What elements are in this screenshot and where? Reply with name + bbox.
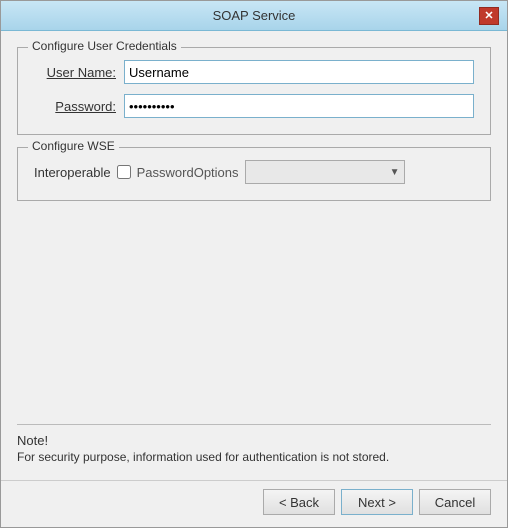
soap-service-dialog: SOAP Service ✕ Configure User Credential…	[0, 0, 508, 528]
credentials-group-label: Configure User Credentials	[28, 39, 181, 53]
back-button[interactable]: < Back	[263, 489, 335, 515]
wse-row: Interoperable PasswordOptions ▼	[34, 160, 474, 184]
note-section: Note! For security purpose, information …	[17, 424, 491, 464]
dialog-title: SOAP Service	[29, 8, 479, 23]
title-bar: SOAP Service ✕	[1, 1, 507, 31]
credentials-group: Configure User Credentials User Name: Pa…	[17, 47, 491, 135]
password-options-label: PasswordOptions	[137, 165, 239, 180]
cancel-button[interactable]: Cancel	[419, 489, 491, 515]
password-options-dropdown[interactable]: ▼	[245, 160, 405, 184]
spacer	[17, 213, 491, 412]
button-bar: < Back Next > Cancel	[1, 480, 507, 527]
password-input[interactable]	[124, 94, 474, 118]
next-button[interactable]: Next >	[341, 489, 413, 515]
dropdown-arrow-icon: ▼	[390, 167, 400, 178]
wse-group-label: Configure WSE	[28, 139, 119, 153]
interoperable-checkbox[interactable]	[117, 165, 131, 179]
window-body: Configure User Credentials User Name: Pa…	[1, 31, 507, 480]
password-label: Password:	[34, 99, 124, 114]
username-input[interactable]	[124, 60, 474, 84]
close-button[interactable]: ✕	[479, 7, 499, 25]
interoperable-label: Interoperable	[34, 165, 111, 180]
wse-group: Configure WSE Interoperable PasswordOpti…	[17, 147, 491, 201]
password-row: Password:	[34, 94, 474, 118]
note-text: For security purpose, information used f…	[17, 450, 491, 464]
note-title: Note!	[17, 433, 491, 448]
username-label: User Name:	[34, 65, 124, 80]
username-row: User Name:	[34, 60, 474, 84]
